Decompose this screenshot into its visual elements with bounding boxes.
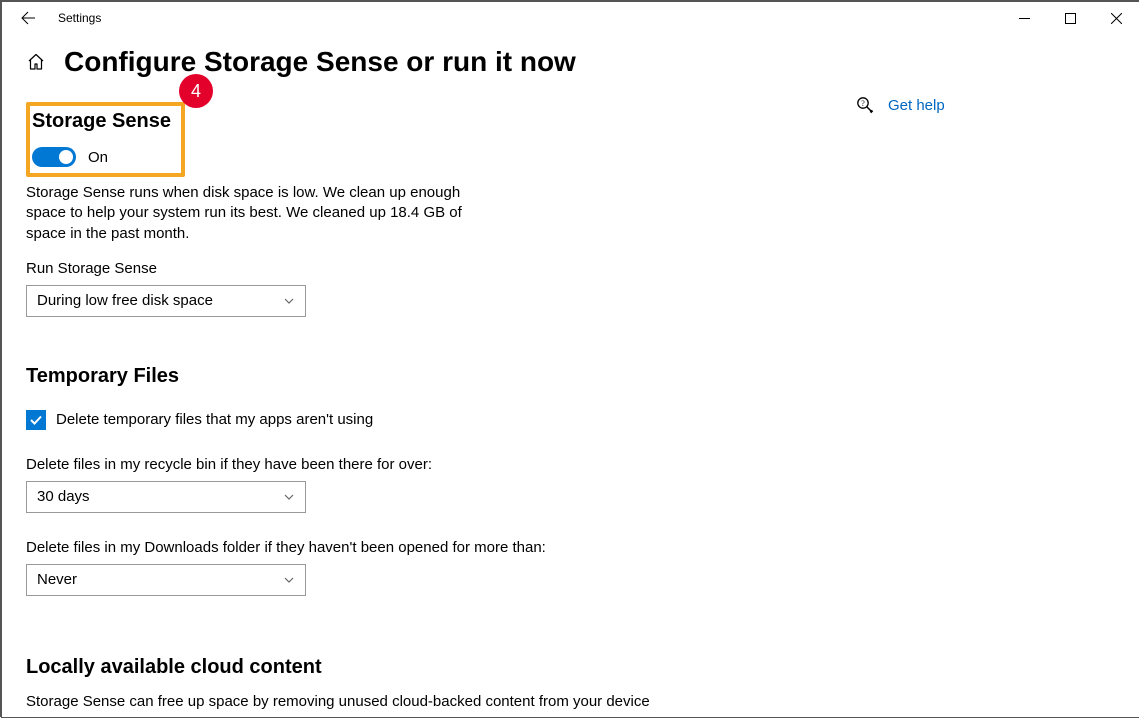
titlebar: Settings <box>2 2 1139 34</box>
svg-text:?: ? <box>861 99 865 108</box>
delete-temp-files-label: Delete temporary files that my apps aren… <box>56 411 373 428</box>
annotation-badge: 4 <box>179 74 213 108</box>
run-storage-sense-value: During low free disk space <box>37 292 213 309</box>
check-icon <box>29 413 43 427</box>
run-storage-sense-label: Run Storage Sense <box>26 260 756 277</box>
minimize-icon <box>1019 13 1030 24</box>
maximize-icon <box>1065 13 1076 24</box>
toggle-state-label: On <box>88 149 108 166</box>
temporary-files-heading: Temporary Files <box>26 365 756 388</box>
downloads-label: Delete files in my Downloads folder if t… <box>26 539 756 556</box>
maximize-button[interactable] <box>1047 2 1093 34</box>
storage-sense-description: Storage Sense runs when disk space is lo… <box>26 183 466 244</box>
run-storage-sense-select[interactable]: During low free disk space <box>26 285 306 317</box>
recycle-bin-value: 30 days <box>37 488 90 505</box>
downloads-block: Delete files in my Downloads folder if t… <box>26 539 756 596</box>
arrow-left-icon <box>20 10 36 26</box>
cloud-content-description: Storage Sense can free up space by remov… <box>26 693 756 710</box>
delete-temp-files-checkbox[interactable] <box>26 410 46 430</box>
chevron-down-icon <box>283 574 295 586</box>
get-help-link[interactable]: ? Get help <box>856 96 945 114</box>
side-column: ? Get help <box>856 46 945 710</box>
storage-sense-toggle-row: On <box>32 147 171 167</box>
get-help-label: Get help <box>888 97 945 114</box>
delete-temp-files-row: Delete temporary files that my apps aren… <box>26 410 756 430</box>
recycle-bin-block: Delete files in my recycle bin if they h… <box>26 456 756 513</box>
storage-sense-toggle[interactable] <box>32 147 76 167</box>
page-title: Configure Storage Sense or run it now <box>64 46 576 78</box>
downloads-value: Never <box>37 571 77 588</box>
recycle-bin-select[interactable]: 30 days <box>26 481 306 513</box>
back-button[interactable] <box>8 2 48 34</box>
recycle-bin-label: Delete files in my recycle bin if they h… <box>26 456 756 473</box>
toggle-knob <box>59 150 73 164</box>
chevron-down-icon <box>283 295 295 307</box>
chevron-down-icon <box>283 491 295 503</box>
main-column: Configure Storage Sense or run it now 4 … <box>26 46 756 710</box>
minimize-button[interactable] <box>1001 2 1047 34</box>
annotation-highlight: 4 Storage Sense On <box>26 102 185 177</box>
help-icon: ? <box>856 96 874 114</box>
home-icon[interactable] <box>26 52 46 72</box>
cloud-content-heading: Locally available cloud content <box>26 656 756 679</box>
close-button[interactable] <box>1093 2 1139 34</box>
window-controls <box>1001 2 1139 34</box>
app-title: Settings <box>48 11 101 25</box>
page-header: Configure Storage Sense or run it now <box>26 46 756 78</box>
downloads-select[interactable]: Never <box>26 564 306 596</box>
content-area: Configure Storage Sense or run it now 4 … <box>2 34 1139 710</box>
storage-sense-heading: Storage Sense <box>32 110 171 133</box>
close-icon <box>1111 13 1122 24</box>
